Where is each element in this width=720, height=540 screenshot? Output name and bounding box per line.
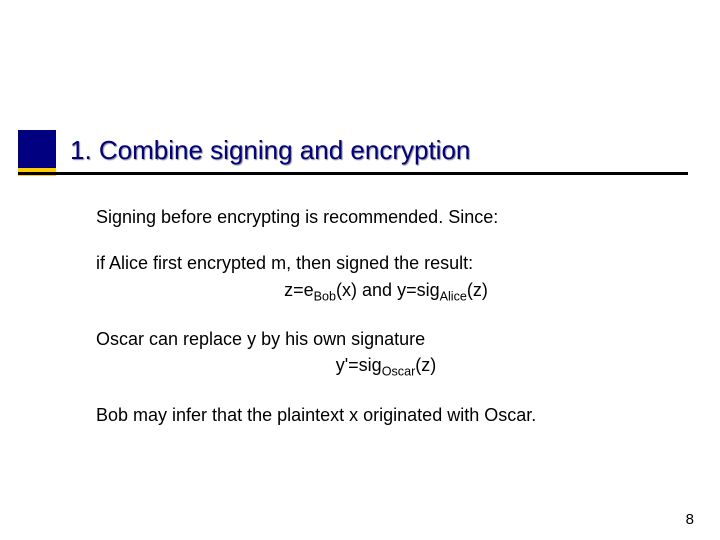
slide-body: Signing before encrypting is recommended… — [96, 205, 676, 449]
f1-part-b: (x) and y=sig — [336, 280, 440, 300]
page-number: 8 — [686, 511, 694, 528]
title-underline — [18, 172, 688, 175]
intro-text: Signing before encrypting is recommended… — [96, 205, 676, 229]
attack-line: Oscar can replace y by his own signature — [96, 329, 425, 349]
slide: 1. Combine signing and encryption Signin… — [0, 0, 720, 540]
f2-sub-oscar: Oscar — [382, 365, 416, 379]
scenario-text: if Alice first encrypted m, then signed … — [96, 251, 676, 305]
f1-sub-alice: Alice — [440, 289, 467, 303]
f1-part-a: z=e — [284, 280, 314, 300]
f2-part-a: y'=sig — [336, 355, 382, 375]
attack-text: Oscar can replace y by his own signature… — [96, 327, 676, 381]
formula-encrypt-sign: z=eBob(x) and y=sigAlice(z) — [96, 278, 676, 306]
f1-part-c: (z) — [467, 280, 488, 300]
scenario-line: if Alice first encrypted m, then signed … — [96, 253, 473, 273]
f1-sub-bob: Bob — [314, 289, 336, 303]
slide-title: 1. Combine signing and encryption — [70, 135, 470, 166]
formula-oscar-sig: y'=sigOscar(z) — [96, 353, 676, 381]
accent-square-icon — [18, 130, 56, 168]
f2-part-b: (z) — [415, 355, 436, 375]
conclusion-text: Bob may infer that the plaintext x origi… — [96, 403, 676, 427]
